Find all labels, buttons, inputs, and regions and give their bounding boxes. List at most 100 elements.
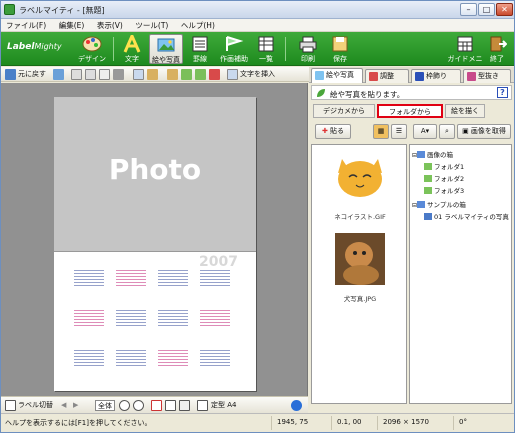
palette-icon (82, 36, 102, 52)
right-panel: 絵や写真 調整 枠飾り 型抜き 絵や写真を貼ります。 ? デジカメから フォルダ… (309, 67, 514, 413)
calendar-month (116, 348, 146, 374)
undo-icon[interactable] (5, 69, 16, 80)
calendar-month-grid (74, 309, 104, 328)
thumbnail-cat[interactable]: ネコイラスト.GIF (322, 151, 398, 221)
paste-arrow-icon: ✚ (321, 127, 331, 135)
check2-icon[interactable] (195, 69, 206, 80)
draw-pen-icon[interactable] (167, 69, 178, 80)
thumbnail-view-button[interactable]: ▦ (373, 124, 389, 139)
cut-icon[interactable] (71, 69, 82, 80)
calendar-month (158, 308, 188, 334)
status-angle: 0° (459, 418, 467, 426)
ribbon-lines-button[interactable]: 罫線 (183, 34, 217, 64)
paper-size-icon[interactable] (197, 400, 208, 411)
label-switch-icon[interactable] (5, 400, 16, 411)
frame-tab-icon (415, 72, 424, 81)
ribbon-guide-menu-button[interactable]: ガイドメニュー (445, 34, 485, 73)
tree-node-sample-folder[interactable]: 01 ラベルマイティの写真 (424, 211, 509, 221)
ribbon-drawing-button[interactable]: 作画補助 (217, 34, 251, 64)
status-position: 1945, 75 (277, 418, 309, 426)
tab-picture[interactable]: 絵や写真 (311, 68, 363, 83)
drawing-guide-icon (226, 36, 244, 51)
find-icon[interactable] (133, 69, 144, 80)
ribbon-text-button[interactable]: 文字 (115, 34, 149, 64)
picture-tab-icon (315, 71, 324, 80)
tree-node-image-box[interactable]: ⊟ 画像の箱 (412, 149, 453, 159)
tab-cutout[interactable]: 型抜き (463, 69, 511, 83)
tree-node-sample-box[interactable]: ⊟ サンプルの箱 (412, 199, 466, 209)
folder-icon (424, 213, 432, 220)
sticker-icon[interactable] (209, 69, 220, 80)
zoom-fit-button[interactable]: 全体 (95, 400, 115, 411)
thumbnail-dog[interactable]: 犬写真.JPG (322, 233, 398, 303)
folder-icon (424, 163, 432, 170)
next-arrow-icon[interactable]: ▶ (73, 400, 78, 411)
subtab-camera[interactable]: デジカメから (313, 104, 375, 118)
ribbon-exit-button[interactable]: 終了 (483, 34, 511, 64)
photo-placeholder[interactable]: Photo (54, 97, 256, 251)
paste-button[interactable]: ✚ 貼る (315, 124, 351, 139)
menu-tools[interactable]: ツール(T) (130, 19, 173, 32)
help-icon[interactable] (291, 400, 302, 411)
tree-node-folder3[interactable]: フォルダ3 (424, 185, 464, 195)
calendar-month-grid (158, 309, 188, 328)
page-frame-icon[interactable] (151, 400, 162, 411)
maximize-button[interactable]: □ (478, 3, 495, 16)
delete-icon[interactable] (113, 69, 124, 80)
calendar-block[interactable]: 2007 (54, 251, 256, 391)
source-subtabs: デジカメから フォルダから 絵を描く (311, 104, 512, 118)
prev-arrow-icon[interactable]: ◀ (61, 400, 66, 411)
camera-icon: ▣ (462, 127, 469, 135)
ribbon-save-button[interactable]: 保存 (323, 34, 357, 64)
panel-tabs: 絵や写真 調整 枠飾り 型抜き (309, 67, 514, 83)
box-icon (417, 151, 426, 158)
minimize-button[interactable]: – (460, 3, 477, 16)
subtab-draw[interactable]: 絵を描く (445, 104, 485, 118)
calendar-month (74, 348, 104, 374)
status-zoom: 0.1, 00 (337, 418, 362, 426)
tab-adjust[interactable]: 調整 (365, 69, 409, 83)
subtab-folder[interactable]: フォルダから (377, 104, 443, 118)
label-page[interactable]: Photo 2007 (54, 97, 256, 391)
panel-help-button[interactable]: ? (497, 87, 508, 98)
tab-frame[interactable]: 枠飾り (411, 69, 461, 83)
redo-icon[interactable] (53, 69, 64, 80)
insert-text-icon[interactable] (227, 69, 238, 80)
list-view-button[interactable]: ☰ (391, 124, 407, 139)
calendar-month-grid (200, 309, 230, 328)
ribbon-print-button[interactable]: 印刷 (291, 34, 325, 64)
zoom-in-icon[interactable] (119, 400, 130, 411)
object-icon[interactable] (147, 69, 158, 80)
get-image-button[interactable]: ▣ 画像を取得 (457, 124, 511, 139)
paste-icon[interactable] (99, 69, 110, 80)
menu-edit[interactable]: 編集(E) (54, 19, 90, 32)
label-switch[interactable]: ラベル切替 (18, 400, 53, 411)
folder-tree: ⊟ 画像の箱 フォルダ1 フォルダ2 フォルダ3 ⊟ サンプルの箱 01 ラベルマイ… (409, 144, 512, 404)
zoom-out-icon[interactable] (133, 400, 144, 411)
copy-icon[interactable] (85, 69, 96, 80)
check-icon[interactable] (181, 69, 192, 80)
insert-text-label[interactable]: 文字を挿入 (240, 69, 275, 80)
app-icon (4, 4, 15, 15)
close-button[interactable]: ✕ (496, 3, 513, 16)
tree-node-folder2[interactable]: フォルダ2 (424, 173, 464, 183)
calendar-month-grid (158, 269, 188, 288)
status-bar: ヘルプを表示するには[F1]を押してください。 1945, 75 0.1, 00… (1, 413, 514, 432)
menu-file[interactable]: ファイル(F) (1, 19, 51, 32)
ribbon-design-button[interactable]: デザイン (75, 34, 109, 64)
layout-icon[interactable] (179, 400, 190, 411)
status-size: 2096 × 1570 (383, 418, 429, 426)
menu-view[interactable]: 表示(V) (92, 19, 128, 32)
status-divider (331, 416, 332, 430)
ribbon-picture-button[interactable]: 絵や写真 (149, 34, 183, 64)
search-button[interactable]: ⌕ (439, 124, 455, 139)
tree-node-folder1[interactable]: フォルダ1 (424, 161, 464, 171)
list-icon (258, 36, 274, 52)
ribbon-list-button[interactable]: 一覧 (249, 34, 283, 64)
grid-icon[interactable] (165, 400, 176, 411)
undo-label[interactable]: 元に戻す (18, 69, 46, 80)
calendar-month (74, 308, 104, 334)
sort-button[interactable]: A▾ (413, 124, 437, 139)
menu-help[interactable]: ヘルプ(H) (176, 19, 220, 32)
list-view-icon: ☰ (395, 127, 403, 135)
